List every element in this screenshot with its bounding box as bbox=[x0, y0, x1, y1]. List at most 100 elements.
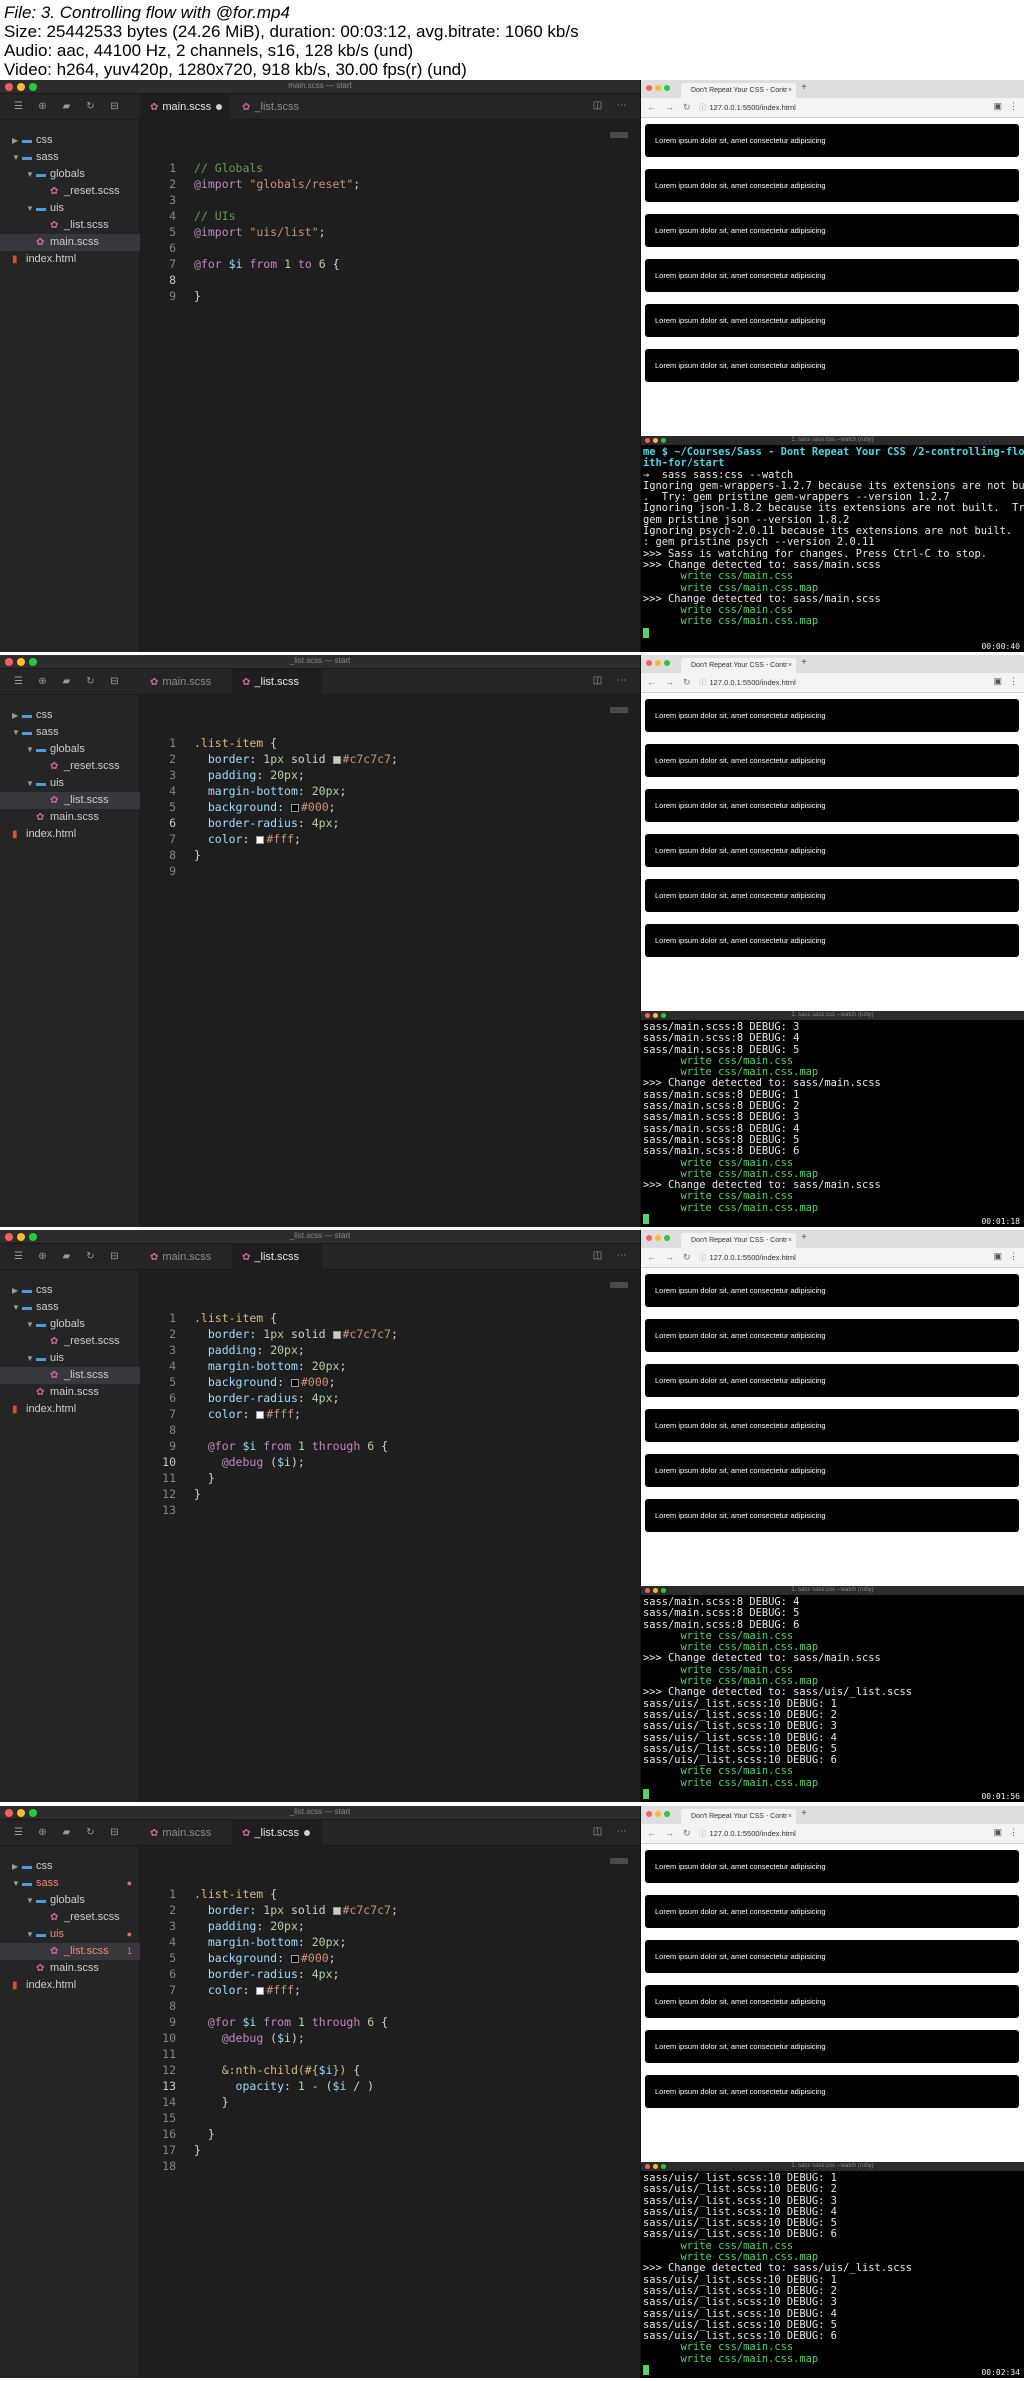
explorer-icon[interactable]: ☰ bbox=[12, 1250, 25, 1263]
split-editor-icon[interactable]: ◫ bbox=[591, 1250, 604, 1261]
menu-icon[interactable]: ⋮ bbox=[1009, 676, 1018, 687]
minimize-window-icon[interactable] bbox=[655, 660, 661, 666]
minimize-window-icon[interactable] bbox=[655, 1811, 661, 1817]
code-area[interactable]: 1 // Globals 2 @import "globals/reset"; 3 4 //… bbox=[150, 160, 600, 304]
code-line[interactable]: 2 border: 1px solid #c7c7c7; bbox=[150, 1326, 600, 1342]
back-icon[interactable]: ← bbox=[647, 677, 656, 688]
tree-item[interactable]: ▼ ▬ uis bbox=[0, 775, 140, 792]
editor-tab[interactable]: ✿ main.scss bbox=[140, 94, 230, 120]
code-line[interactable]: 12} bbox=[150, 1486, 600, 1502]
new-folder-icon[interactable]: ▰ bbox=[60, 1826, 73, 1839]
tree-item[interactable]: ✿ _reset.scss bbox=[0, 183, 140, 200]
code-line[interactable]: 9 @for $i from 1 through 6 { bbox=[150, 1438, 600, 1454]
tree-item[interactable]: ▼ ▬ sass bbox=[0, 1299, 140, 1316]
more-actions-icon[interactable]: ⋯ bbox=[615, 675, 628, 686]
tree-item[interactable]: ▮ index.html bbox=[0, 1401, 140, 1418]
code-line[interactable]: 6 bbox=[150, 240, 600, 256]
collapse-icon[interactable]: ⊟ bbox=[108, 100, 121, 113]
back-icon[interactable]: ← bbox=[647, 1828, 656, 1839]
code-line[interactable]: 12 &:nth-child(#{$i}) { bbox=[150, 2062, 600, 2078]
collapse-icon[interactable]: ⊟ bbox=[108, 1250, 121, 1263]
more-actions-icon[interactable]: ⋯ bbox=[615, 1250, 628, 1261]
zoom-window-icon[interactable] bbox=[664, 85, 670, 91]
tree-item[interactable]: ✿ main.scss bbox=[0, 234, 140, 251]
code-line[interactable]: 14 } bbox=[150, 2094, 600, 2110]
new-file-icon[interactable]: ⊕ bbox=[36, 100, 49, 113]
code-line[interactable]: 6 border-radius: 4px; bbox=[150, 1966, 600, 1982]
tree-item[interactable]: ✿ _list.scss bbox=[0, 792, 140, 809]
forward-icon[interactable]: → bbox=[665, 102, 674, 113]
code-line[interactable]: 1 .list-item { bbox=[150, 735, 600, 751]
code-line[interactable]: 3 padding: 20px; bbox=[150, 767, 600, 783]
editor-tab[interactable]: ✿ _list.scss bbox=[232, 669, 322, 695]
code-line[interactable]: 2 border: 1px solid #c7c7c7; bbox=[150, 1902, 600, 1918]
code-line[interactable]: 13 opacity: 1 - ($i / ) bbox=[150, 2078, 600, 2094]
code-line[interactable]: 4 // UIs bbox=[150, 208, 600, 224]
terminal-output[interactable]: sass/uis/_list.scss:10 DEBUG: 1 sass/uis/… bbox=[643, 2172, 1022, 2376]
code-line[interactable]: 10 @debug ($i); bbox=[150, 2030, 600, 2046]
explorer-icon[interactable]: ☰ bbox=[12, 100, 25, 113]
reload-icon[interactable]: ↻ bbox=[683, 677, 691, 688]
minimap[interactable] bbox=[610, 132, 628, 138]
explorer-icon[interactable]: ☰ bbox=[12, 1826, 25, 1839]
close-tab-icon[interactable]: × bbox=[788, 658, 792, 673]
browser-tab[interactable]: Don't Repeat Your CSS - Contr × bbox=[681, 83, 796, 98]
editor-tab[interactable]: ✿ main.scss bbox=[140, 669, 230, 695]
close-window-icon[interactable] bbox=[646, 85, 652, 91]
new-tab-icon[interactable]: + bbox=[801, 657, 807, 668]
close-window-icon[interactable] bbox=[646, 660, 652, 666]
tree-item[interactable]: ▼ ▬ globals bbox=[0, 741, 140, 758]
code-line[interactable]: 1 .list-item { bbox=[150, 1310, 600, 1326]
code-line[interactable]: 6 border-radius: 4px; bbox=[150, 815, 600, 831]
tree-item[interactable]: ▶ ▬ css bbox=[0, 707, 140, 724]
new-file-icon[interactable]: ⊕ bbox=[36, 675, 49, 688]
code-line[interactable]: 15 bbox=[150, 2110, 600, 2126]
editor-tab[interactable]: ✿ main.scss bbox=[140, 1244, 230, 1270]
back-icon[interactable]: ← bbox=[647, 102, 656, 113]
code-line[interactable]: 5 background: #000; bbox=[150, 799, 600, 815]
tree-item[interactable]: ✿ _list.scss bbox=[0, 217, 140, 234]
tree-item[interactable]: ▮ index.html bbox=[0, 1977, 140, 1994]
close-window-icon[interactable] bbox=[646, 1235, 652, 1241]
reload-icon[interactable]: ↻ bbox=[683, 1828, 691, 1839]
tree-item[interactable]: ✿ _reset.scss bbox=[0, 758, 140, 775]
code-line[interactable]: 8} bbox=[150, 847, 600, 863]
close-tab-icon[interactable]: × bbox=[788, 83, 792, 98]
browser-tab[interactable]: Don't Repeat Your CSS - Contr × bbox=[681, 1809, 796, 1824]
reload-icon[interactable]: ↻ bbox=[683, 102, 691, 113]
code-line[interactable]: 4 margin-bottom: 20px; bbox=[150, 783, 600, 799]
browser-tab[interactable]: Don't Repeat Your CSS - Contr × bbox=[681, 658, 796, 673]
address-bar[interactable]: ⓘ 127.0.0.1:5500/index.html bbox=[699, 1252, 796, 1263]
code-line[interactable]: 17} bbox=[150, 2142, 600, 2158]
tree-item[interactable]: ✿ _reset.scss bbox=[0, 1333, 140, 1350]
address-bar[interactable]: ⓘ 127.0.0.1:5500/index.html bbox=[699, 102, 796, 113]
close-tab-icon[interactable]: × bbox=[788, 1809, 792, 1824]
code-line[interactable]: 7 color: #fff; bbox=[150, 831, 600, 847]
code-line[interactable]: 3 padding: 20px; bbox=[150, 1342, 600, 1358]
tree-item[interactable]: ▼ ▬ sass bbox=[0, 724, 140, 741]
forward-icon[interactable]: → bbox=[665, 677, 674, 688]
code-line[interactable]: 5 @import "uis/list"; bbox=[150, 224, 600, 240]
tree-item[interactable]: ▼ ▬ globals bbox=[0, 1316, 140, 1333]
tree-item[interactable]: ✿ main.scss bbox=[0, 1384, 140, 1401]
code-line[interactable]: 3 padding: 20px; bbox=[150, 1918, 600, 1934]
code-area[interactable]: 1 .list-item {2 border: 1px solid #c7c7c7… bbox=[150, 1310, 600, 1518]
terminal-output[interactable]: sass/main.scss:8 DEBUG: 3 sass/main.scss:… bbox=[643, 1021, 1022, 1225]
code-line[interactable]: 11 } bbox=[150, 1470, 600, 1486]
code-line[interactable]: 16 } bbox=[150, 2126, 600, 2142]
editor-tab[interactable]: ✿ _list.scss bbox=[232, 1244, 322, 1270]
refresh-icon[interactable]: ↻ bbox=[84, 1250, 97, 1263]
editor-tab[interactable]: ✿ _list.scss bbox=[232, 1820, 322, 1846]
profile-icon[interactable]: ▣ bbox=[993, 676, 1002, 687]
split-editor-icon[interactable]: ◫ bbox=[591, 675, 604, 686]
minimize-window-icon[interactable] bbox=[655, 1235, 661, 1241]
minimap[interactable] bbox=[610, 707, 628, 713]
close-window-icon[interactable] bbox=[646, 1811, 652, 1817]
minimap[interactable] bbox=[610, 1282, 628, 1288]
profile-icon[interactable]: ▣ bbox=[993, 1827, 1002, 1838]
tree-item[interactable]: ▶ ▬ css bbox=[0, 1858, 140, 1875]
browser-tab[interactable]: Don't Repeat Your CSS - Contr × bbox=[681, 1233, 796, 1248]
tree-item[interactable]: ▼ ▬ globals bbox=[0, 1892, 140, 1909]
tree-item[interactable]: ✿ main.scss bbox=[0, 1960, 140, 1977]
zoom-window-icon[interactable] bbox=[664, 660, 670, 666]
